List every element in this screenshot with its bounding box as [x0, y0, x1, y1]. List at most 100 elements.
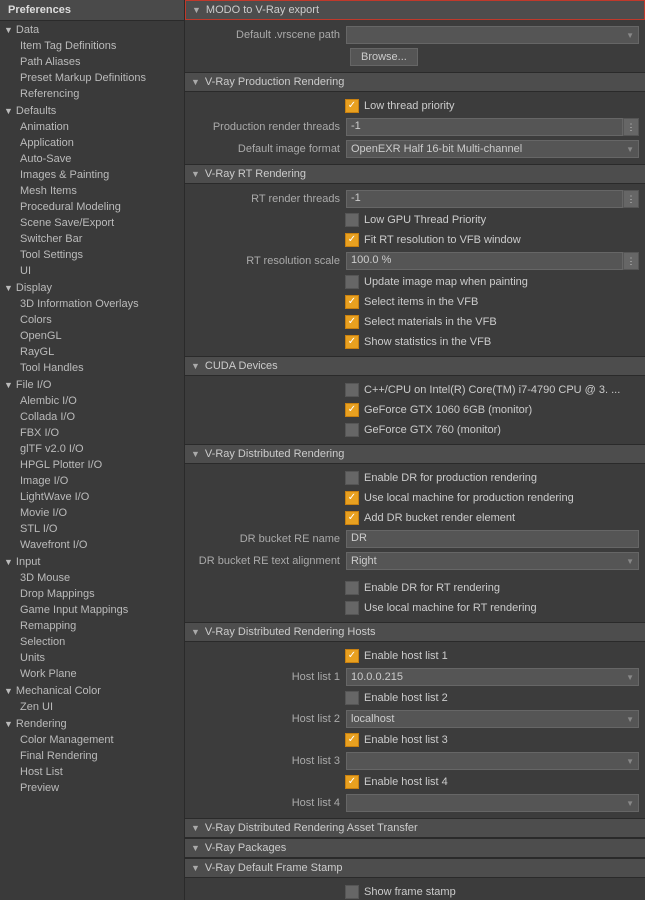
sidebar-item-0-2[interactable]: Preset Markup Definitions — [14, 70, 184, 86]
checkbox-5-0[interactable] — [345, 649, 359, 663]
sidebar-item-3-9[interactable]: Wavefront I/O — [14, 537, 184, 553]
checkbox-2-7[interactable] — [345, 335, 359, 349]
section-header-cuda_devices[interactable]: ▼CUDA Devices — [185, 356, 645, 376]
spinner-input-2-3[interactable]: 100.0 % — [346, 252, 623, 270]
sidebar-item-2-0[interactable]: 3D Information Overlays — [14, 296, 184, 312]
sidebar-item-0-0[interactable]: Item Tag Definitions — [14, 38, 184, 54]
checkbox-4-7[interactable] — [345, 601, 359, 615]
section-header-vray_asset_transfer[interactable]: ▼V-Ray Distributed Rendering Asset Trans… — [185, 818, 645, 838]
sidebar-item-1-3[interactable]: Images & Painting — [14, 167, 184, 183]
sidebar-item-5-0[interactable]: Zen UI — [14, 699, 184, 715]
checkbox-5-6[interactable] — [345, 775, 359, 789]
text-input-field-4-3[interactable]: DR — [346, 530, 639, 548]
sidebar-item-3-7[interactable]: Movie I/O — [14, 505, 184, 521]
sidebar-item-2-1[interactable]: Colors — [14, 312, 184, 328]
sidebar-item-4-3[interactable]: Remapping — [14, 618, 184, 634]
dropdown-5-3[interactable]: localhost▼ — [346, 710, 639, 728]
sidebar-item-4-5[interactable]: Units — [14, 650, 184, 666]
sidebar-item-3-2[interactable]: FBX I/O — [14, 425, 184, 441]
dropdown-4-4[interactable]: Right▼ — [346, 552, 639, 570]
dropdown-5-5[interactable]: ▼ — [346, 752, 639, 770]
sidebar-item-4-0[interactable]: 3D Mouse — [14, 570, 184, 586]
sidebar-group-label-1[interactable]: ▼Defaults — [0, 102, 184, 119]
checkbox-2-5[interactable] — [345, 295, 359, 309]
sidebar-item-2-3[interactable]: RayGL — [14, 344, 184, 360]
sidebar-item-3-8[interactable]: STL I/O — [14, 521, 184, 537]
sidebar-item-1-5[interactable]: Procedural Modeling — [14, 199, 184, 215]
row-checkbox-5-4: Enable host list 3 — [185, 730, 645, 750]
sidebar-item-1-2[interactable]: Auto-Save — [14, 151, 184, 167]
dropdown-1-2[interactable]: OpenEXR Half 16-bit Multi-channel▼ — [346, 140, 639, 158]
spinner-input-2-0[interactable]: -1 — [346, 190, 623, 208]
sidebar-item-4-6[interactable]: Work Plane — [14, 666, 184, 682]
sidebar-item-3-1[interactable]: Collada I/O — [14, 409, 184, 425]
sidebar-group-label-0[interactable]: ▼Data — [0, 21, 184, 38]
sidebar-group-label-6[interactable]: ▼Rendering — [0, 715, 184, 732]
spinner-btn-2-3[interactable]: ⋮ — [623, 252, 639, 270]
section-body-vray_distributed: Enable DR for production renderingUse lo… — [185, 464, 645, 622]
sidebar-item-1-1[interactable]: Application — [14, 135, 184, 151]
checkbox-5-4[interactable] — [345, 733, 359, 747]
sidebar-item-1-9[interactable]: UI — [14, 263, 184, 279]
sidebar-group-label-2[interactable]: ▼Display — [0, 279, 184, 296]
sidebar-item-1-4[interactable]: Mesh Items — [14, 183, 184, 199]
row-checkbox-3-1: GeForce GTX 1060 6GB (monitor) — [185, 400, 645, 420]
checkbox-2-6[interactable] — [345, 315, 359, 329]
sidebar-item-6-0[interactable]: Color Management — [14, 732, 184, 748]
checkbox-3-2[interactable] — [345, 423, 359, 437]
sidebar-item-3-5[interactable]: Image I/O — [14, 473, 184, 489]
row-spinner-2-0: RT render threads-1⋮ — [185, 188, 645, 210]
sidebar-item-1-0[interactable]: Animation — [14, 119, 184, 135]
sidebar-item-4-4[interactable]: Selection — [14, 634, 184, 650]
checkbox-4-1[interactable] — [345, 491, 359, 505]
sidebar-item-6-3[interactable]: Preview — [14, 780, 184, 796]
spinner-btn-2-0[interactable]: ⋮ — [623, 190, 639, 208]
sidebar-group-label-4[interactable]: ▼Input — [0, 553, 184, 570]
sidebar-item-3-4[interactable]: HPGL Plotter I/O — [14, 457, 184, 473]
sidebar-item-4-1[interactable]: Drop Mappings — [14, 586, 184, 602]
checkbox-4-0[interactable] — [345, 471, 359, 485]
sidebar-item-3-0[interactable]: Alembic I/O — [14, 393, 184, 409]
checkbox-8-0[interactable] — [345, 885, 359, 899]
sidebar-children-1: AnimationApplicationAuto-SaveImages & Pa… — [0, 119, 184, 279]
sidebar-item-6-1[interactable]: Final Rendering — [14, 748, 184, 764]
checkbox-5-2[interactable] — [345, 691, 359, 705]
sidebar-item-4-2[interactable]: Game Input Mappings — [14, 602, 184, 618]
sidebar-children-6: Color ManagementFinal RenderingHost List… — [0, 732, 184, 796]
sidebar-item-2-2[interactable]: OpenGL — [14, 328, 184, 344]
sidebar-item-3-6[interactable]: LightWave I/O — [14, 489, 184, 505]
section-header-vray_packages[interactable]: ▼V-Ray Packages — [185, 838, 645, 858]
section-header-vray_rt[interactable]: ▼V-Ray RT Rendering — [185, 164, 645, 184]
checkbox-4-2[interactable] — [345, 511, 359, 525]
sidebar-group-name-4: Input — [16, 556, 40, 568]
checkbox-1-0[interactable] — [345, 99, 359, 113]
sidebar-item-2-4[interactable]: Tool Handles — [14, 360, 184, 376]
browse-button[interactable]: Browse... — [350, 48, 418, 66]
checkbox-3-1[interactable] — [345, 403, 359, 417]
sidebar-item-1-6[interactable]: Scene Save/Export — [14, 215, 184, 231]
labeled-dropdown-0-0[interactable]: ▼ — [346, 26, 639, 44]
checkbox-2-4[interactable] — [345, 275, 359, 289]
sidebar-item-1-8[interactable]: Tool Settings — [14, 247, 184, 263]
sidebar-item-0-1[interactable]: Path Aliases — [14, 54, 184, 70]
checkbox-2-2[interactable] — [345, 233, 359, 247]
section-header-vray_distributed[interactable]: ▼V-Ray Distributed Rendering — [185, 444, 645, 464]
dropdown-5-7[interactable]: ▼ — [346, 794, 639, 812]
spinner-label-2-3: RT resolution scale — [191, 255, 346, 267]
sidebar-group-label-3[interactable]: ▼File I/O — [0, 376, 184, 393]
sidebar-item-3-3[interactable]: glTF v2.0 I/O — [14, 441, 184, 457]
spinner-input-1-1[interactable]: -1 — [346, 118, 623, 136]
sidebar-item-0-3[interactable]: Referencing — [14, 86, 184, 102]
checkbox-4-6[interactable] — [345, 581, 359, 595]
section-header-vray_distributed_hosts[interactable]: ▼V-Ray Distributed Rendering Hosts — [185, 622, 645, 642]
sidebar-group-label-5[interactable]: ▼Mechanical Color — [0, 682, 184, 699]
checkbox-3-0[interactable] — [345, 383, 359, 397]
section-header-vray_frame_stamp[interactable]: ▼V-Ray Default Frame Stamp — [185, 858, 645, 878]
section-header-modo_vray_export[interactable]: ▼MODO to V-Ray export — [185, 0, 645, 20]
dropdown-5-1[interactable]: 10.0.0.215▼ — [346, 668, 639, 686]
checkbox-2-1[interactable] — [345, 213, 359, 227]
sidebar-item-6-2[interactable]: Host List — [14, 764, 184, 780]
sidebar-item-1-7[interactable]: Switcher Bar — [14, 231, 184, 247]
section-header-vray_production[interactable]: ▼V-Ray Production Rendering — [185, 72, 645, 92]
spinner-btn-1-1[interactable]: ⋮ — [623, 118, 639, 136]
